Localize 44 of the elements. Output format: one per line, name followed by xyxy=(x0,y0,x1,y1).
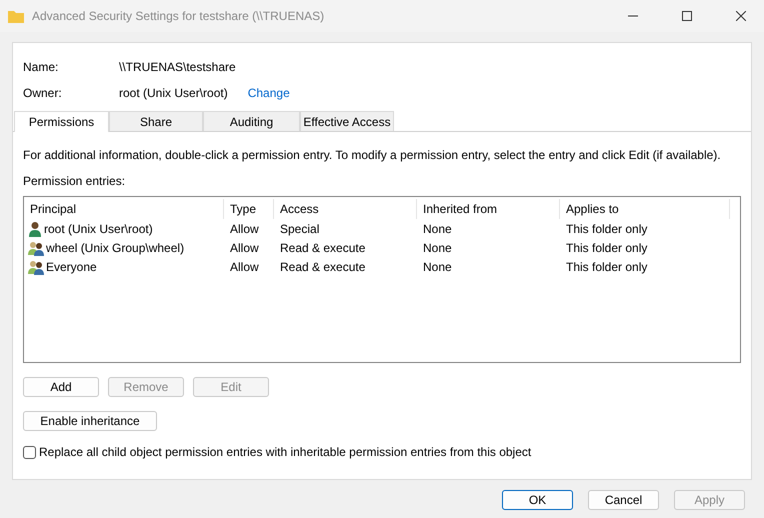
maximize-icon xyxy=(682,11,692,21)
dialog-button[interactable]: Cancel xyxy=(588,490,659,510)
column-header[interactable]: Type xyxy=(224,199,274,219)
enable-inheritance-button[interactable]: Enable inheritance xyxy=(23,411,157,431)
table-cell: This folder only xyxy=(566,260,648,274)
dialog-button[interactable]: OK xyxy=(502,490,573,510)
table-cell: Read & execute xyxy=(280,260,366,274)
replace-label: Replace all child object permission entries with inheritable permission entries from this object xyxy=(39,445,532,459)
name-label: Name: xyxy=(23,60,60,74)
name-value: \\TRUENAS\testshare xyxy=(119,60,236,74)
entry-button[interactable]: Add xyxy=(23,377,99,397)
table-cell: Allow xyxy=(230,240,259,254)
table-cell: Allow xyxy=(230,260,259,274)
column-header[interactable]: Access xyxy=(274,199,417,219)
group-icon xyxy=(28,258,44,274)
column-header[interactable]: Principal xyxy=(24,199,224,219)
owner-value: root (Unix User\root) xyxy=(119,86,229,100)
table-cell: root (Unix User\root) xyxy=(44,222,153,236)
table-cell: None xyxy=(423,260,452,274)
folder-icon xyxy=(8,10,24,22)
table-cell: Everyone xyxy=(46,260,97,274)
replace-checkbox[interactable] xyxy=(23,446,36,458)
table-cell: None xyxy=(423,240,452,254)
tab[interactable]: Effective Access xyxy=(300,111,394,131)
table-cell: Read & execute xyxy=(280,240,366,254)
table-cell: This folder only xyxy=(566,240,648,254)
column-header[interactable]: Applies to xyxy=(560,199,730,219)
table-cell: None xyxy=(423,222,452,236)
group-icon xyxy=(28,240,44,256)
entries-label: Permission entries: xyxy=(23,174,126,188)
window-title: Advanced Security Settings for testshare (\\TRUENAS) xyxy=(32,9,326,23)
tab[interactable]: Share xyxy=(109,111,203,131)
close-icon xyxy=(736,11,746,21)
change-owner-link[interactable]: Change xyxy=(248,86,290,100)
column-header[interactable]: Inherited from xyxy=(417,199,560,219)
table-cell: wheel (Unix Group\wheel) xyxy=(46,240,184,254)
info-text: For additional information, double-click a permission entry. To modify a permission entry, select the entry and click Edit (if available). xyxy=(23,148,721,162)
owner-label: Owner: xyxy=(23,86,63,100)
table-cell: This folder only xyxy=(566,222,648,236)
table-cell: Special xyxy=(280,222,320,236)
tab[interactable]: Permissions xyxy=(14,111,109,132)
tab[interactable]: Auditing xyxy=(203,111,300,131)
table-cell: Allow xyxy=(230,222,259,236)
user-icon xyxy=(28,220,42,236)
